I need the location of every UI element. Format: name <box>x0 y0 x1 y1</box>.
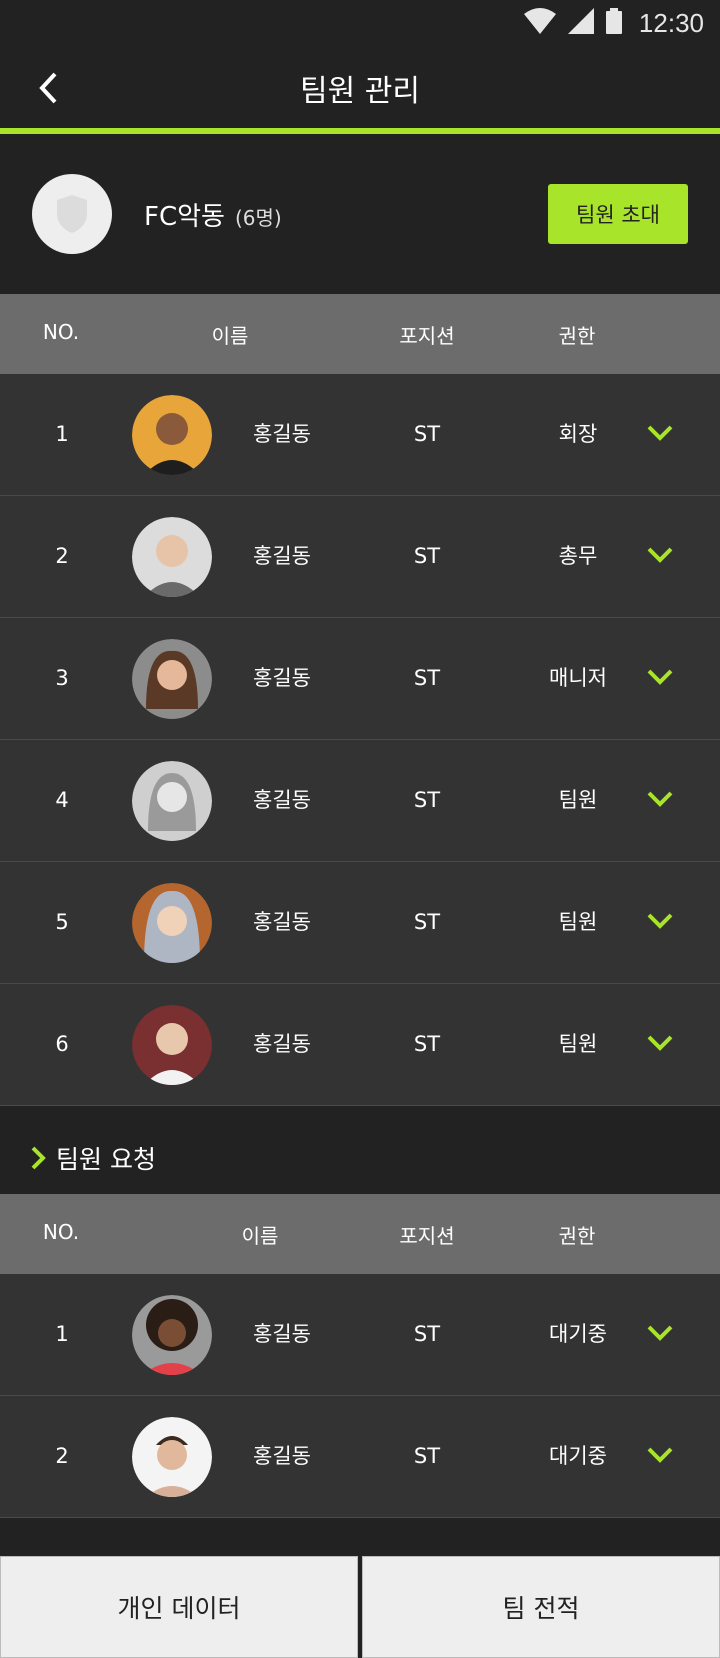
request-position: ST <box>413 1322 441 1346</box>
team-logo <box>32 174 112 254</box>
member-position: ST <box>413 1032 441 1056</box>
member-requests-toggle[interactable]: 팀원 요청 <box>30 1140 156 1176</box>
member-position: ST <box>413 666 441 690</box>
member-position: ST <box>413 422 441 446</box>
column-name: 이름 <box>211 324 249 348</box>
column-role: 권한 <box>558 1224 596 1248</box>
team-name-line: FC악동 (6명) <box>144 196 282 233</box>
member-role: 총무 <box>558 544 598 568</box>
column-no: NO. <box>42 320 80 344</box>
team-record-button[interactable]: 팀 전적 <box>362 1556 720 1658</box>
page-title: 팀원 관리 <box>300 74 420 109</box>
request-position: ST <box>413 1444 441 1468</box>
member-role: 팀원 <box>558 1032 598 1056</box>
request-name: 홍길동 <box>253 1444 311 1468</box>
status-time: 12:30 <box>638 8 704 38</box>
member-row: 6 홍길동 ST 팀원 <box>0 984 720 1106</box>
member-name: 홍길동 <box>253 544 311 568</box>
request-status: 대기중 <box>549 1322 607 1346</box>
invite-member-button[interactable]: 팀원 초대 <box>548 184 688 244</box>
request-name: 홍길동 <box>253 1322 311 1346</box>
member-row: 2 홍길동 ST 총무 <box>0 496 720 618</box>
avatar <box>132 395 212 475</box>
member-row: 3 홍길동 ST 매니저 <box>0 618 720 740</box>
bottom-bar: 개인 데이터 팀 전적 <box>0 1556 720 1658</box>
member-no: 2 <box>55 544 69 568</box>
role-dropdown-chevron-icon[interactable] <box>646 910 674 932</box>
member-no: 4 <box>55 788 69 812</box>
status-bar: 12:30 <box>0 0 720 48</box>
member-no: 6 <box>55 1032 69 1056</box>
section-title: 팀원 요청 <box>56 1145 156 1174</box>
member-no: 1 <box>55 422 69 446</box>
personal-data-button[interactable]: 개인 데이터 <box>0 1556 358 1658</box>
role-dropdown-chevron-icon[interactable] <box>646 544 674 566</box>
member-name: 홍길동 <box>253 422 311 446</box>
avatar <box>132 639 212 719</box>
role-dropdown-chevron-icon[interactable] <box>646 422 674 444</box>
member-no: 5 <box>55 910 69 934</box>
member-role: 매니저 <box>549 666 607 690</box>
column-position: 포지션 <box>399 1224 455 1248</box>
requests-table-header: NO. 이름 포지션 권한 <box>0 1194 720 1274</box>
member-count: (6명) <box>234 206 282 230</box>
chevron-right-icon <box>31 1146 46 1170</box>
avatar <box>132 1005 212 1085</box>
status-icons <box>524 8 622 34</box>
signal-icon <box>568 8 594 34</box>
member-position: ST <box>413 788 441 812</box>
app-bar: 팀원 관리 <box>0 48 720 128</box>
request-row: 2 홍길동 ST 대기중 <box>0 1396 720 1518</box>
member-name: 홍길동 <box>253 666 311 690</box>
member-row: 4 홍길동 ST 팀원 <box>0 740 720 862</box>
role-dropdown-chevron-icon[interactable] <box>646 666 674 688</box>
role-dropdown-chevron-icon[interactable] <box>646 1032 674 1054</box>
member-role: 팀원 <box>558 910 598 934</box>
role-dropdown-chevron-icon[interactable] <box>646 788 674 810</box>
member-role: 팀원 <box>558 788 598 812</box>
member-row: 5 홍길동 ST 팀원 <box>0 862 720 984</box>
member-position: ST <box>413 544 441 568</box>
request-status: 대기중 <box>549 1444 607 1468</box>
avatar <box>132 517 212 597</box>
avatar <box>132 761 212 841</box>
team-header: FC악동 (6명) 팀원 초대 <box>0 134 720 294</box>
avatar <box>132 1295 212 1375</box>
avatar <box>132 1417 212 1497</box>
role-dropdown-chevron-icon[interactable] <box>646 1322 674 1344</box>
members-table-header: NO. 이름 포지션 권한 <box>0 294 720 374</box>
column-name: 이름 <box>241 1224 279 1248</box>
shield-icon <box>57 195 87 233</box>
wifi-icon <box>524 8 556 34</box>
member-no: 3 <box>55 666 69 690</box>
member-name: 홍길동 <box>253 910 311 934</box>
member-row: 1 홍길동 ST 회장 <box>0 374 720 496</box>
request-row: 1 홍길동 ST 대기중 <box>0 1274 720 1396</box>
request-no: 1 <box>55 1322 69 1346</box>
member-name: 홍길동 <box>253 1032 311 1056</box>
column-position: 포지션 <box>399 324 455 348</box>
member-role: 회장 <box>558 422 598 446</box>
role-dropdown-chevron-icon[interactable] <box>646 1444 674 1466</box>
request-no: 2 <box>55 1444 69 1468</box>
member-name: 홍길동 <box>253 788 311 812</box>
avatar <box>132 883 212 963</box>
column-no: NO. <box>42 1220 80 1244</box>
team-name: FC악동 <box>144 202 225 232</box>
member-position: ST <box>413 910 441 934</box>
battery-icon <box>606 8 622 34</box>
column-role: 권한 <box>558 324 596 348</box>
